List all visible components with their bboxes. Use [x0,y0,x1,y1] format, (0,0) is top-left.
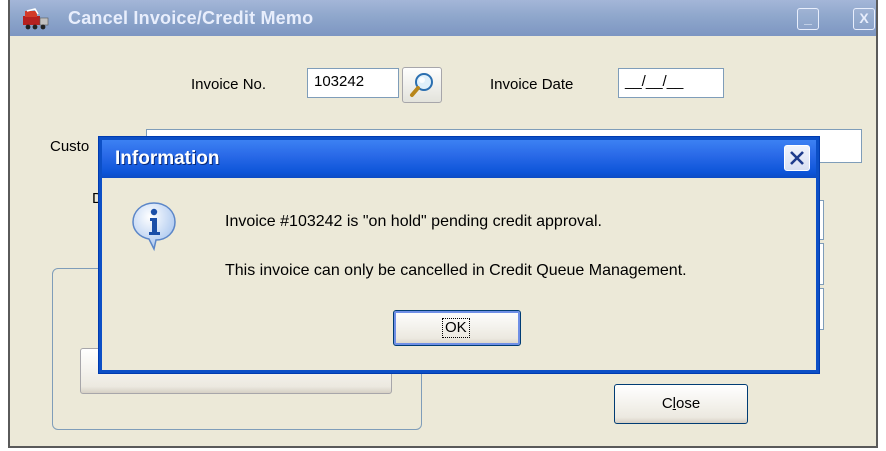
window-title: Cancel Invoice/Credit Memo [68,8,314,28]
information-dialog: Information Invoice #103242 is "on hold"… [99,137,819,373]
ok-button[interactable]: OK [393,310,521,346]
close-window-button[interactable]: X [853,8,875,30]
dialog-title: Information [115,148,220,169]
customer-label: Custo [50,138,90,155]
magnifier-icon [410,73,433,97]
dialog-close-button[interactable] [784,145,810,171]
dialog-message-2: This invoice can only be cancelled in Cr… [225,262,687,279]
minimize-button[interactable]: _ [797,8,819,30]
window-titlebar[interactable]: Cancel Invoice/Credit Memo _ X [10,0,876,36]
invoice-no-field[interactable]: 103242 [307,68,399,98]
close-label-post: ose [676,395,701,412]
close-button[interactable]: Close [614,384,748,424]
close-icon [790,151,804,165]
truck-icon [23,8,49,30]
invoice-date-label: Invoice Date [490,76,574,93]
ok-label: OK [442,318,470,338]
invoice-lookup-button[interactable] [402,67,442,103]
invoice-date-field[interactable]: __/__/__ [618,68,724,98]
invoice-no-label: Invoice No. [191,76,267,93]
information-icon [132,202,176,252]
dialog-titlebar[interactable]: Information [102,140,816,178]
close-label-pre: C [661,395,673,412]
dialog-message-1: Invoice #103242 is "on hold" pending cre… [225,213,602,230]
